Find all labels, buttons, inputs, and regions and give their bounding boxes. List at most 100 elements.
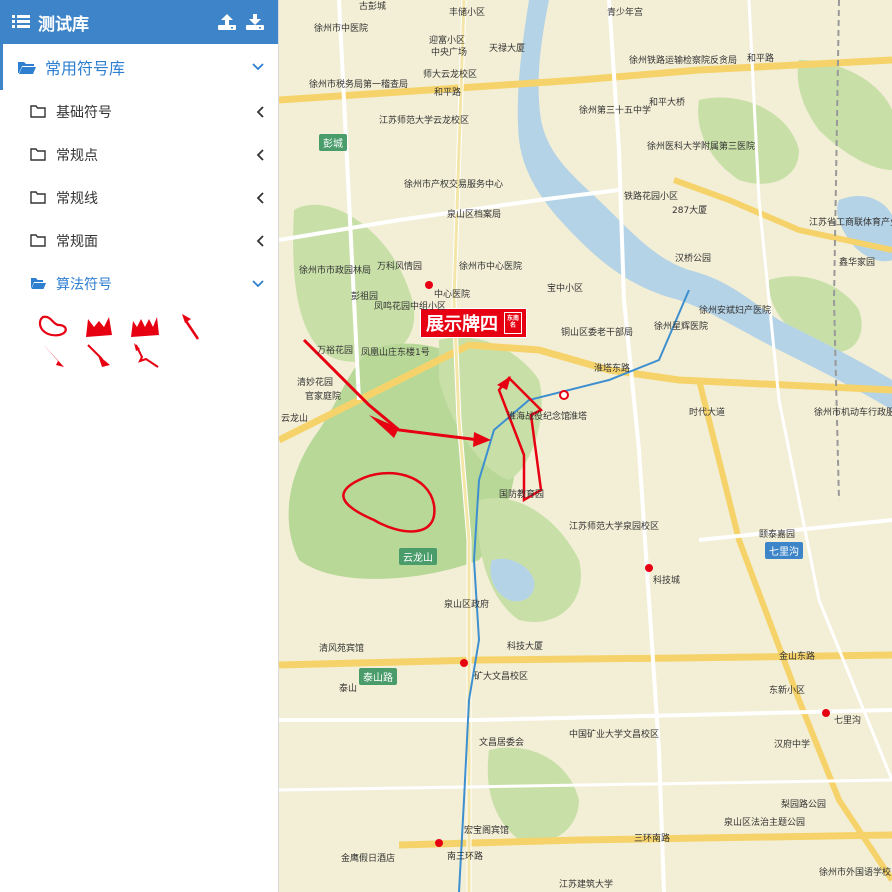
map-label: 徐州铁路运输检察院反贪局 xyxy=(629,56,738,66)
place-badge: 云龙山 xyxy=(399,548,437,565)
map-label: 中国矿业大学文昌校区 xyxy=(569,730,660,740)
open-folder-icon xyxy=(18,62,36,74)
tree-item-common-lines[interactable]: 常规线 xyxy=(0,176,278,219)
map-base xyxy=(279,0,892,892)
tree-item-basic-symbols[interactable]: 基础符号 xyxy=(0,90,278,133)
map-label: 淮塔 xyxy=(569,412,588,422)
map-label: 万裕花园 xyxy=(317,346,354,356)
upload-icon xyxy=(218,14,236,30)
map-label: 徐州市产权交易服务中心 xyxy=(404,180,504,190)
tree-item-label: 算法符号 xyxy=(56,276,112,293)
tailed-arrow-symbol[interactable] xyxy=(76,341,122,371)
map-view[interactable]: 展示牌四 东南名 古彭城 丰储小区 青少年宫 徐州市中医院 迎富小区 中央广场 … xyxy=(279,0,892,892)
tree-item-label: 常规面 xyxy=(56,233,98,250)
map-label: 徐州市中医院 xyxy=(314,24,369,34)
map-label: 泉山区法治主题公园 xyxy=(724,818,806,828)
tree-item-label: 基础符号 xyxy=(56,104,112,121)
map-label: 铁路花园小区 xyxy=(624,192,679,202)
download-icon xyxy=(246,14,264,30)
group-label: 常用符号库 xyxy=(45,59,126,78)
map-label: 淮塔东路 xyxy=(594,364,631,374)
swallowtail-arrow-symbol[interactable] xyxy=(122,341,168,371)
closed-curve-symbol[interactable] xyxy=(30,311,76,341)
map-label: 铜山区委老干部局 xyxy=(561,328,634,338)
straight-arrow-symbol[interactable] xyxy=(30,341,76,371)
thin-arrow-icon xyxy=(182,314,200,340)
tree-item-algorithm-symbols[interactable]: 算法符号 xyxy=(0,262,278,305)
tree-item-common-polygons[interactable]: 常规面 xyxy=(0,219,278,262)
map-label: 清妙花园 xyxy=(297,378,334,388)
map-label: 徐州星辉医院 xyxy=(654,322,709,332)
map-label: 江苏师范大学云龙校区 xyxy=(379,116,470,126)
download-button[interactable] xyxy=(244,11,266,33)
place-badge: 彭城 xyxy=(319,134,347,151)
map-label: 万科风情园 xyxy=(377,262,423,272)
map-label: 汉桥公园 xyxy=(675,254,712,264)
closed-curve-icon xyxy=(38,315,67,337)
map-label: 青少年宫 xyxy=(607,8,644,18)
map-label: 泉山区政府 xyxy=(444,600,490,610)
map-label: 徐州市机动车行政服务中心 xyxy=(814,408,892,418)
map-label: 江苏师范大学泉园校区 xyxy=(569,522,660,532)
map-label: 鑫华家园 xyxy=(839,258,876,268)
map-label: 梨园路公园 xyxy=(781,800,827,810)
map-label: 徐州市市政园林局 xyxy=(299,266,372,276)
map-label: 中心医院 xyxy=(434,290,471,300)
map-label: 徐州市税务局第一稽查局 xyxy=(309,80,409,90)
triple-tail-arrow-icon xyxy=(131,317,159,337)
map-label: 徐州市外国语学校 xyxy=(819,868,892,878)
map-label: 宏宝阁宾馆 xyxy=(464,826,510,836)
triple-tail-arrow-symbol[interactable] xyxy=(122,311,168,341)
map-label: 凤鸣花园中组小区 xyxy=(374,302,447,312)
sidebar-header: 测试库 xyxy=(0,0,278,44)
map-label: 287大厦 xyxy=(672,206,708,216)
map-label: 三环南路 xyxy=(634,834,671,844)
map-label: 徐州安斌妇产医院 xyxy=(699,306,772,316)
map-label: 徐州市中心医院 xyxy=(459,262,523,272)
map-label: 国防教育园 xyxy=(499,490,545,500)
place-badge: 泰山路 xyxy=(359,668,397,685)
double-tail-arrow-icon xyxy=(86,317,112,337)
upload-button[interactable] xyxy=(216,11,238,33)
map-label: 云龙山 xyxy=(281,414,309,424)
folder-icon xyxy=(30,234,46,247)
chevron-left-icon xyxy=(256,148,264,161)
straight-arrow-icon xyxy=(42,343,64,367)
map-label: 徐州第三十五中学 xyxy=(579,106,652,116)
map-label: 汉府中学 xyxy=(774,740,811,750)
map-label: 矿大文昌校区 xyxy=(474,672,529,682)
swallowtail-arrow-icon xyxy=(134,343,159,368)
chevron-left-icon xyxy=(256,234,264,247)
map-label: 迎富小区 xyxy=(429,36,466,46)
map-label: 江苏建筑大学 xyxy=(559,880,614,890)
map-label: 中央广场 xyxy=(431,48,468,58)
map-label: 和平路 xyxy=(434,88,462,98)
open-folder-icon xyxy=(31,278,46,289)
map-label: 江苏省工商联体育产业商会 xyxy=(809,218,892,228)
map-label: 和平路 xyxy=(747,54,775,64)
map-label: 七里沟 xyxy=(834,716,862,726)
map-label: 凤凰山庄东楼1号 xyxy=(361,348,430,358)
folder-icon xyxy=(30,191,46,204)
map-label: 时代大道 xyxy=(689,408,726,418)
map-label: 清风苑宾馆 xyxy=(319,644,365,654)
chevron-left-icon xyxy=(256,105,264,118)
tailed-arrow-icon xyxy=(87,344,110,367)
list-icon xyxy=(12,14,32,30)
tree-item-common-points[interactable]: 常规点 xyxy=(0,133,278,176)
map-label: 和平大桥 xyxy=(649,98,686,108)
map-label: 官家庭院 xyxy=(305,392,342,402)
double-tail-arrow-symbol[interactable] xyxy=(76,311,122,341)
place-badge: 七里沟 xyxy=(765,542,803,559)
thin-arrow-symbol[interactable] xyxy=(168,311,214,341)
map-label: 古彭城 xyxy=(359,2,387,12)
group-common-symbols[interactable]: 常用符号库 xyxy=(0,44,278,90)
symbol-palette xyxy=(0,305,279,371)
showboard-title: 展示牌四 xyxy=(426,314,498,335)
chevron-left-icon xyxy=(256,191,264,204)
library-title: 测试库 xyxy=(38,14,89,35)
map-label: 泰山 xyxy=(339,684,358,694)
chevron-down-icon xyxy=(252,63,264,71)
map-label: 文昌居委会 xyxy=(479,738,525,748)
map-label: 科技城 xyxy=(653,576,681,586)
